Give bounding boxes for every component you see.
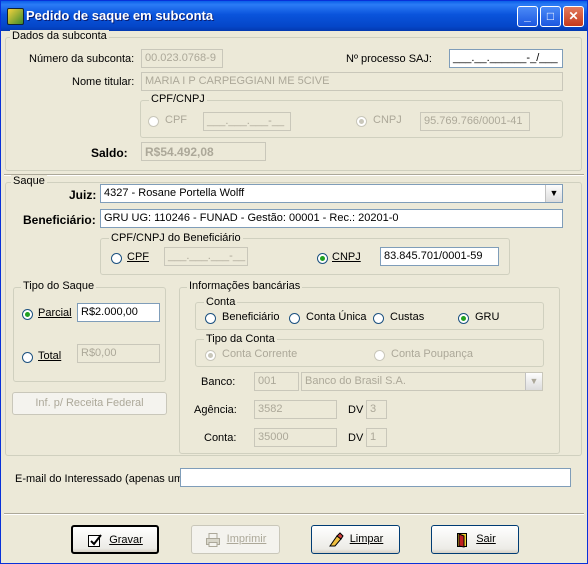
saldo-field: R$54.492,08 (141, 142, 266, 161)
minimize-button[interactable]: _ (517, 6, 538, 27)
main-window: Pedido de saque em subconta _ □ ✕ Dados … (0, 0, 588, 564)
benef-cnpj-radio[interactable] (317, 253, 328, 264)
custas-radio[interactable] (373, 313, 384, 324)
processo-saj-field[interactable]: ___.__.______-_/___ (449, 49, 563, 68)
limpar-label: Limpar (349, 533, 384, 545)
chevron-down-icon[interactable]: ▼ (525, 373, 542, 390)
banco-code-field[interactable]: 001 (254, 372, 299, 391)
custas-radio-label: Custas (390, 311, 425, 323)
juiz-label: Juiz: (69, 188, 97, 202)
doc-beneficiario-legend: CPF/CNPJ do Beneficiário (109, 232, 243, 244)
beneficiario-field[interactable]: GRU UG: 110246 - FUNAD - Gestão: 00001 -… (100, 209, 563, 228)
beneficiario-label: Beneficiário: (23, 213, 96, 227)
printer-icon (205, 532, 220, 547)
nome-titular-label: Nome titular: (72, 76, 135, 88)
processo-saj-label: Nº processo SAJ: (346, 53, 432, 65)
gru-radio[interactable] (458, 313, 469, 324)
tipo-conta-legend: Tipo da Conta (204, 333, 277, 345)
cpfcnpj-legend: CPF/CNPJ (149, 93, 207, 105)
numero-subconta-field[interactable]: 00.023.0768-9 (141, 49, 223, 68)
conta-poupanca-radio[interactable] (374, 350, 385, 361)
conta-field[interactable]: 35000 (254, 428, 337, 447)
conta-label: Conta: (204, 432, 237, 444)
saque-legend: Saque (11, 175, 47, 187)
limpar-button[interactable]: Limpar (311, 525, 400, 554)
chevron-down-icon[interactable]: ▼ (545, 185, 562, 202)
cnpj-field[interactable]: 95.769.766/0001-41 (420, 112, 530, 131)
conta-dv-label: DV (348, 432, 364, 444)
gravar-label: Gravar (109, 534, 143, 546)
benef-cnpj-field[interactable]: 83.845.701/0001-59 (380, 247, 499, 266)
benef-cpf-label: CPF (127, 251, 149, 263)
conta-corrente-radio[interactable] (205, 350, 216, 361)
eraser-icon (328, 531, 344, 546)
total-value-field[interactable]: R$0,00 (77, 344, 160, 363)
sair-label: Sair (476, 533, 496, 545)
gru-radio-label: GRU (475, 311, 500, 323)
cpf-field[interactable]: ___.___.___-__ (203, 112, 291, 131)
conta-unica-radio[interactable] (289, 313, 300, 324)
tipo-saque-group (13, 287, 166, 382)
info-bancarias-legend: Informações bancárias (187, 280, 303, 292)
cpf-radio-label: CPF (165, 114, 187, 126)
parcial-label: Parcial (38, 307, 72, 319)
parcial-radio[interactable] (22, 309, 33, 320)
sair-button[interactable]: Sair (431, 525, 519, 554)
numero-subconta-label: Número da subconta: (29, 53, 135, 65)
divider (4, 513, 584, 515)
agencia-label: Agência: (194, 404, 237, 416)
banco-label: Banco: (201, 376, 236, 388)
agencia-dv-field[interactable]: 3 (366, 400, 387, 419)
email-label: E-mail do Interessado (apenas um): (15, 473, 190, 485)
window-title: Pedido de saque em subconta (26, 8, 214, 23)
agencia-dv-label: DV (348, 404, 364, 416)
close-button[interactable]: ✕ (563, 6, 584, 27)
juiz-select-value: 4327 - Rosane Portella Wolff (104, 187, 245, 199)
title-bar[interactable]: Pedido de saque em subconta _ □ ✕ (1, 1, 587, 31)
cnpj-radio[interactable] (356, 116, 367, 127)
conta-unica-radio-label: Conta Única (306, 311, 367, 323)
divider (4, 174, 584, 176)
banco-select-value: Banco do Brasil S.A. (305, 375, 406, 387)
beneficiario-radio-label: Beneficiário (222, 311, 280, 323)
total-label: Total (38, 350, 62, 362)
tipo-saque-legend: Tipo do Saque (21, 280, 97, 292)
cnpj-radio-label: CNPJ (373, 114, 402, 126)
conta-dv-field[interactable]: 1 (366, 428, 387, 447)
nome-titular-field[interactable]: MARIA I P CARPEGGIANI ME 5CIVE (141, 72, 563, 91)
beneficiario-radio[interactable] (205, 313, 216, 324)
banco-select[interactable]: Banco do Brasil S.A. ▼ (301, 372, 543, 391)
benef-cpf-radio[interactable] (111, 253, 122, 264)
dados-subconta-legend: Dados da subconta (10, 30, 109, 42)
juiz-select[interactable]: 4327 - Rosane Portella Wolff ▼ (100, 184, 563, 203)
cpf-radio[interactable] (148, 116, 159, 127)
conta-poupanca-label: Conta Poupança (391, 348, 473, 360)
saldo-label: Saldo: (91, 146, 128, 160)
imprimir-label: Imprimir (226, 533, 267, 545)
maximize-button[interactable]: □ (540, 6, 561, 27)
conta-corrente-label: Conta Corrente (222, 348, 298, 360)
gravar-button[interactable]: Gravar (71, 525, 159, 554)
conta-legend: Conta (204, 296, 238, 308)
total-radio[interactable] (22, 352, 33, 363)
imprimir-button[interactable]: Imprimir (191, 525, 280, 554)
email-field[interactable] (180, 468, 571, 487)
receita-federal-button[interactable]: Inf. p/ Receita Federal (12, 392, 167, 415)
benef-cpf-field[interactable]: ___.___.___-__ (164, 247, 248, 266)
checkbox-icon (88, 533, 102, 547)
parcial-value-field[interactable]: R$2.000,00 (77, 303, 160, 322)
agencia-field[interactable]: 3582 (254, 400, 337, 419)
benef-cnpj-label: CNPJ (332, 251, 361, 263)
exit-door-icon (457, 532, 468, 548)
app-icon (7, 8, 24, 25)
